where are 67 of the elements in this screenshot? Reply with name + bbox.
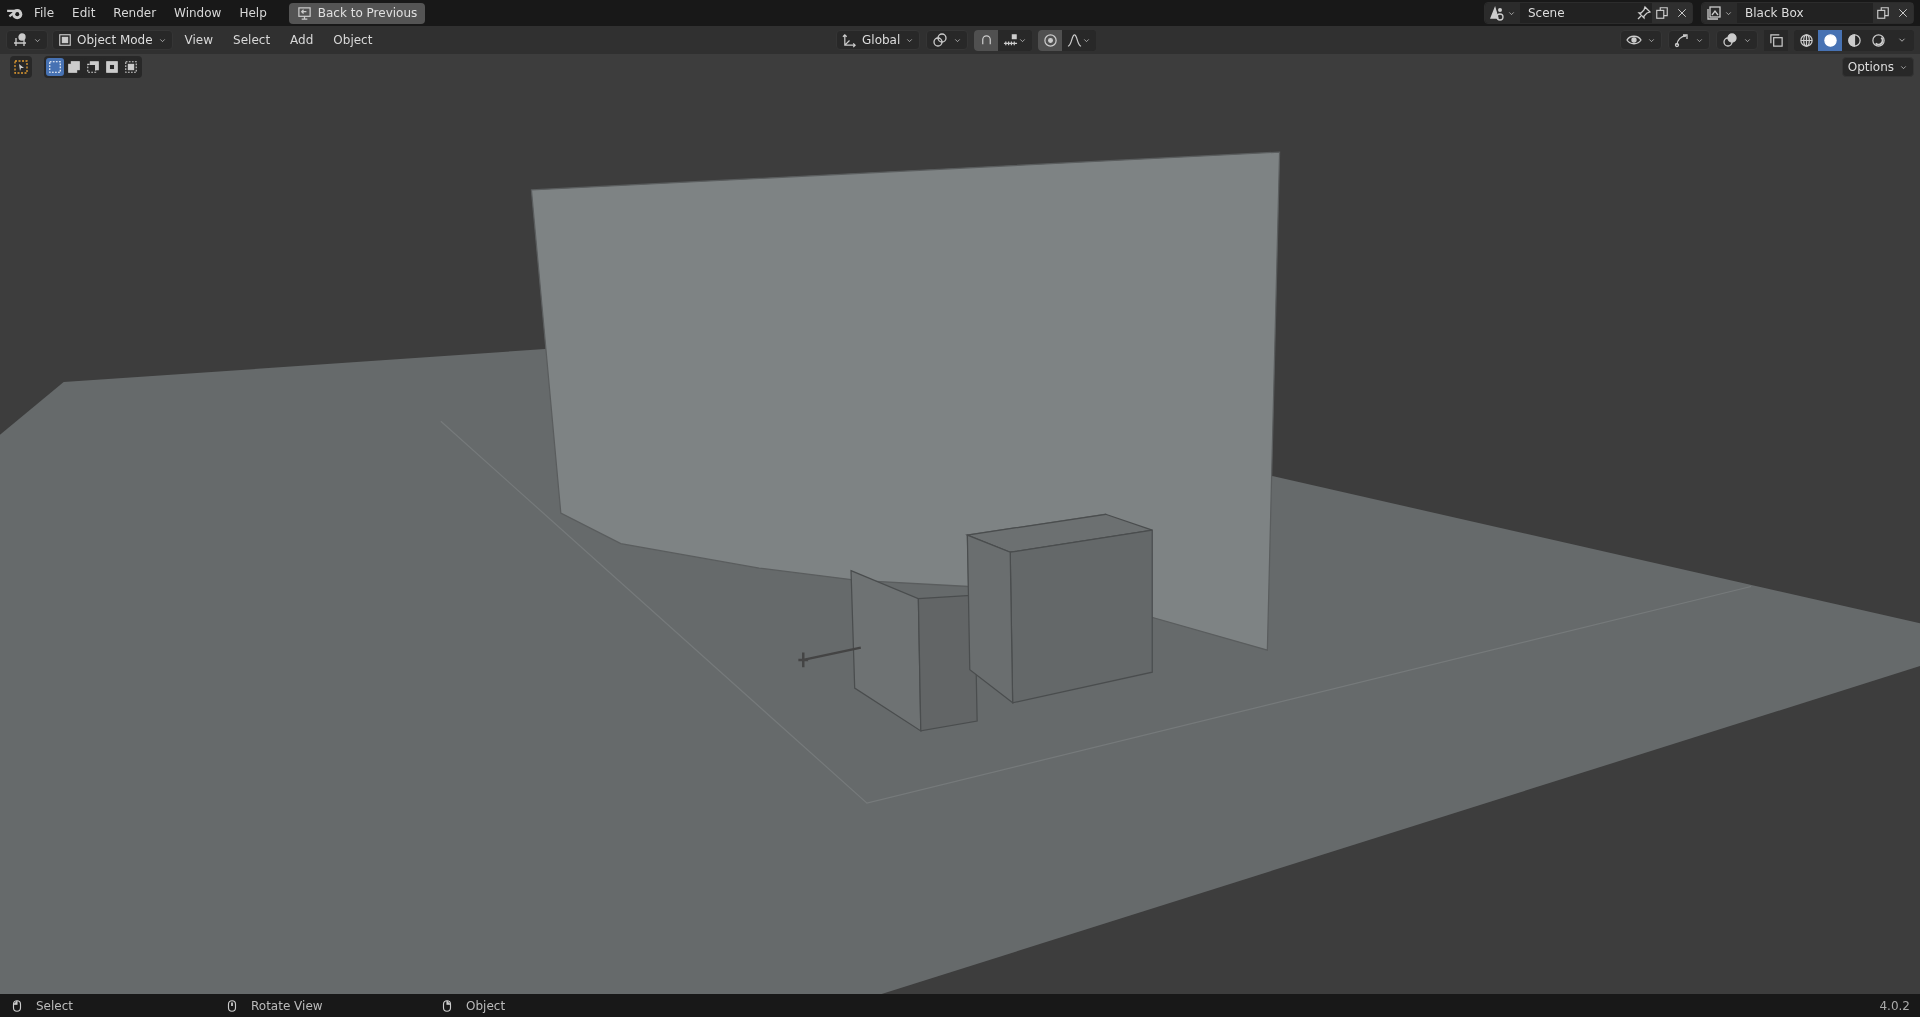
xray-icon — [1768, 32, 1784, 48]
subtract-squares-icon — [86, 60, 100, 74]
menu-item[interactable]: Render — [105, 3, 165, 23]
select-tool-button[interactable] — [10, 56, 32, 78]
selection-mode-button[interactable] — [103, 58, 121, 76]
monitor-icon — [296, 5, 312, 21]
back-to-previous-button[interactable]: Back to Previous — [288, 2, 426, 24]
selection-mode-button[interactable] — [65, 58, 83, 76]
menu-item[interactable]: Add — [282, 30, 322, 50]
proportional-editing-toggle[interactable] — [1038, 30, 1063, 51]
overlay-icon — [1722, 32, 1738, 48]
mode-dropdown[interactable]: Object Mode — [52, 30, 173, 50]
caret-icon — [1082, 36, 1092, 45]
rendered-sphere-icon — [1870, 32, 1886, 48]
status-hint: Object — [466, 998, 506, 1013]
image-stack-icon — [1706, 5, 1722, 21]
solid-sphere-icon — [1822, 32, 1838, 48]
selection-mode-button[interactable] — [46, 58, 64, 76]
snap-toggle[interactable] — [974, 30, 999, 51]
close-icon — [1676, 7, 1688, 19]
gizmo-icon — [1674, 32, 1690, 48]
mouse-middle-button-icon — [225, 998, 239, 1013]
selection-mode-button[interactable] — [84, 58, 102, 76]
mouse-right-button-icon — [440, 998, 454, 1013]
name-field[interactable]: Scene — [1520, 6, 1636, 20]
options-dropdown[interactable]: Options — [1841, 57, 1914, 77]
orientation-dropdown[interactable]: Global — [836, 30, 921, 50]
menu-item[interactable]: Edit — [64, 3, 104, 23]
menu-item[interactable]: Object — [325, 30, 381, 50]
dashed-square-icon — [48, 60, 62, 74]
gizmo-dropdown[interactable] — [1668, 30, 1710, 50]
menu-item[interactable]: Window — [166, 3, 230, 23]
menu-item[interactable]: Help — [231, 3, 275, 23]
pivot-dropdown[interactable] — [926, 30, 969, 50]
duplicate-icon — [1876, 6, 1890, 20]
selection-mode-button[interactable] — [122, 58, 140, 76]
mouse-left-button-icon — [10, 998, 24, 1013]
cube-icon — [58, 33, 72, 47]
menu-item[interactable]: Select — [225, 30, 279, 50]
select-box-icon — [13, 59, 29, 75]
menu-item[interactable]: View — [176, 30, 222, 50]
curve-icon — [1067, 33, 1083, 48]
version-label: 4.0.2 — [1879, 998, 1910, 1013]
view-layer-selector[interactable]: Black Box — [1701, 2, 1914, 24]
intersect-squares-icon — [124, 60, 138, 74]
close-icon — [1897, 7, 1909, 19]
shading-mode-button[interactable] — [1818, 29, 1842, 51]
editor-type-dropdown[interactable] — [6, 30, 48, 50]
target-icon — [1042, 33, 1058, 48]
pin-icon — [1636, 5, 1652, 21]
menu-item[interactable]: File — [26, 3, 63, 23]
scene-icon — [1489, 5, 1505, 21]
increment-icon — [1003, 33, 1019, 48]
material-sphere-icon — [1846, 32, 1862, 48]
overlay-dropdown[interactable] — [1716, 30, 1758, 50]
caret-icon — [1018, 36, 1028, 45]
scene-selector[interactable]: Scene — [1484, 2, 1693, 24]
duplicate-icon — [1655, 6, 1669, 20]
xray-toggle[interactable] — [1764, 29, 1788, 51]
status-hint: Rotate View — [251, 998, 323, 1013]
link-icon — [932, 32, 949, 48]
wireframe-sphere-icon — [1798, 32, 1814, 48]
status-hint: Select — [36, 998, 74, 1013]
visibility-dropdown[interactable] — [1620, 30, 1662, 50]
name-field[interactable]: Black Box — [1737, 6, 1873, 20]
overlapping-squares-icon — [67, 60, 81, 74]
difference-squares-icon — [105, 60, 119, 74]
